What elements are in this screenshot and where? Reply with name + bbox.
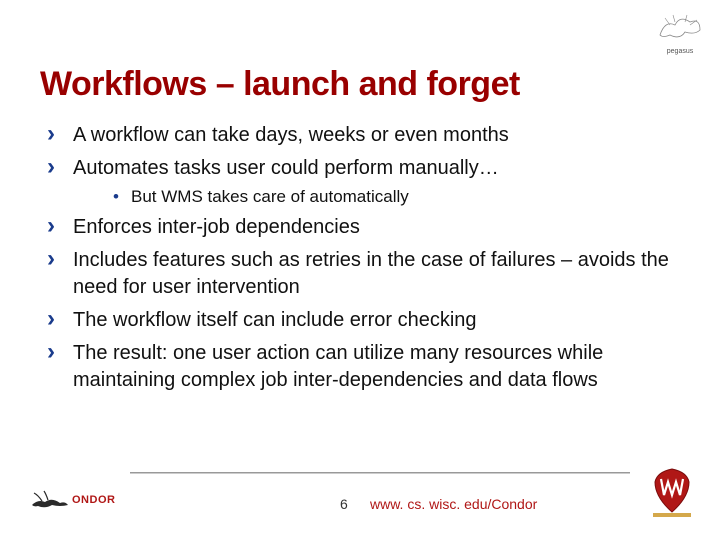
bullet-text: The workflow itself can include error ch… [73,309,477,331]
footer: ONDOR 6 www. cs. wisc. edu/Condor [0,472,720,522]
pegasus-logo: pegasus [650,10,710,55]
sub-bullet-text: But WMS takes care of automatically [131,187,409,206]
bullet-text: A workflow can take days, weeks or even … [73,124,509,146]
bullet-text: Enforces inter-job dependencies [73,216,360,238]
list-item: Includes features such as retries in the… [45,247,680,301]
condor-bird-icon [30,487,70,512]
bullet-text: Automates tasks user could perform manua… [73,157,499,179]
footer-url: www. cs. wisc. edu/Condor [370,496,537,512]
bullet-text: The result: one user action can utilize … [73,342,603,391]
pegasus-label: pegasus [650,48,710,55]
footer-divider [130,472,630,473]
condor-logo: ONDOR [30,482,130,517]
condor-text: ONDOR [72,494,115,506]
slide: pegasus Workflows – launch and forget A … [0,0,720,540]
sub-list-item: But WMS takes care of automatically [113,186,680,208]
list-item: The result: one user action can utilize … [45,340,680,394]
pegasus-icon [655,10,705,45]
bullet-text: Includes features such as retries in the… [73,249,669,298]
bullet-list: A workflow can take days, weeks or even … [40,122,680,394]
list-item: A workflow can take days, weeks or even … [45,122,680,149]
list-item: The workflow itself can include error ch… [45,307,680,334]
sub-list: But WMS takes care of automatically [73,186,680,208]
slide-title: Workflows – launch and forget [40,65,680,104]
slide-number: 6 [340,496,348,512]
wisconsin-crest-icon [645,467,700,517]
wisconsin-logo [645,467,700,517]
list-item: Automates tasks user could perform manua… [45,155,680,208]
list-item: Enforces inter-job dependencies [45,214,680,241]
